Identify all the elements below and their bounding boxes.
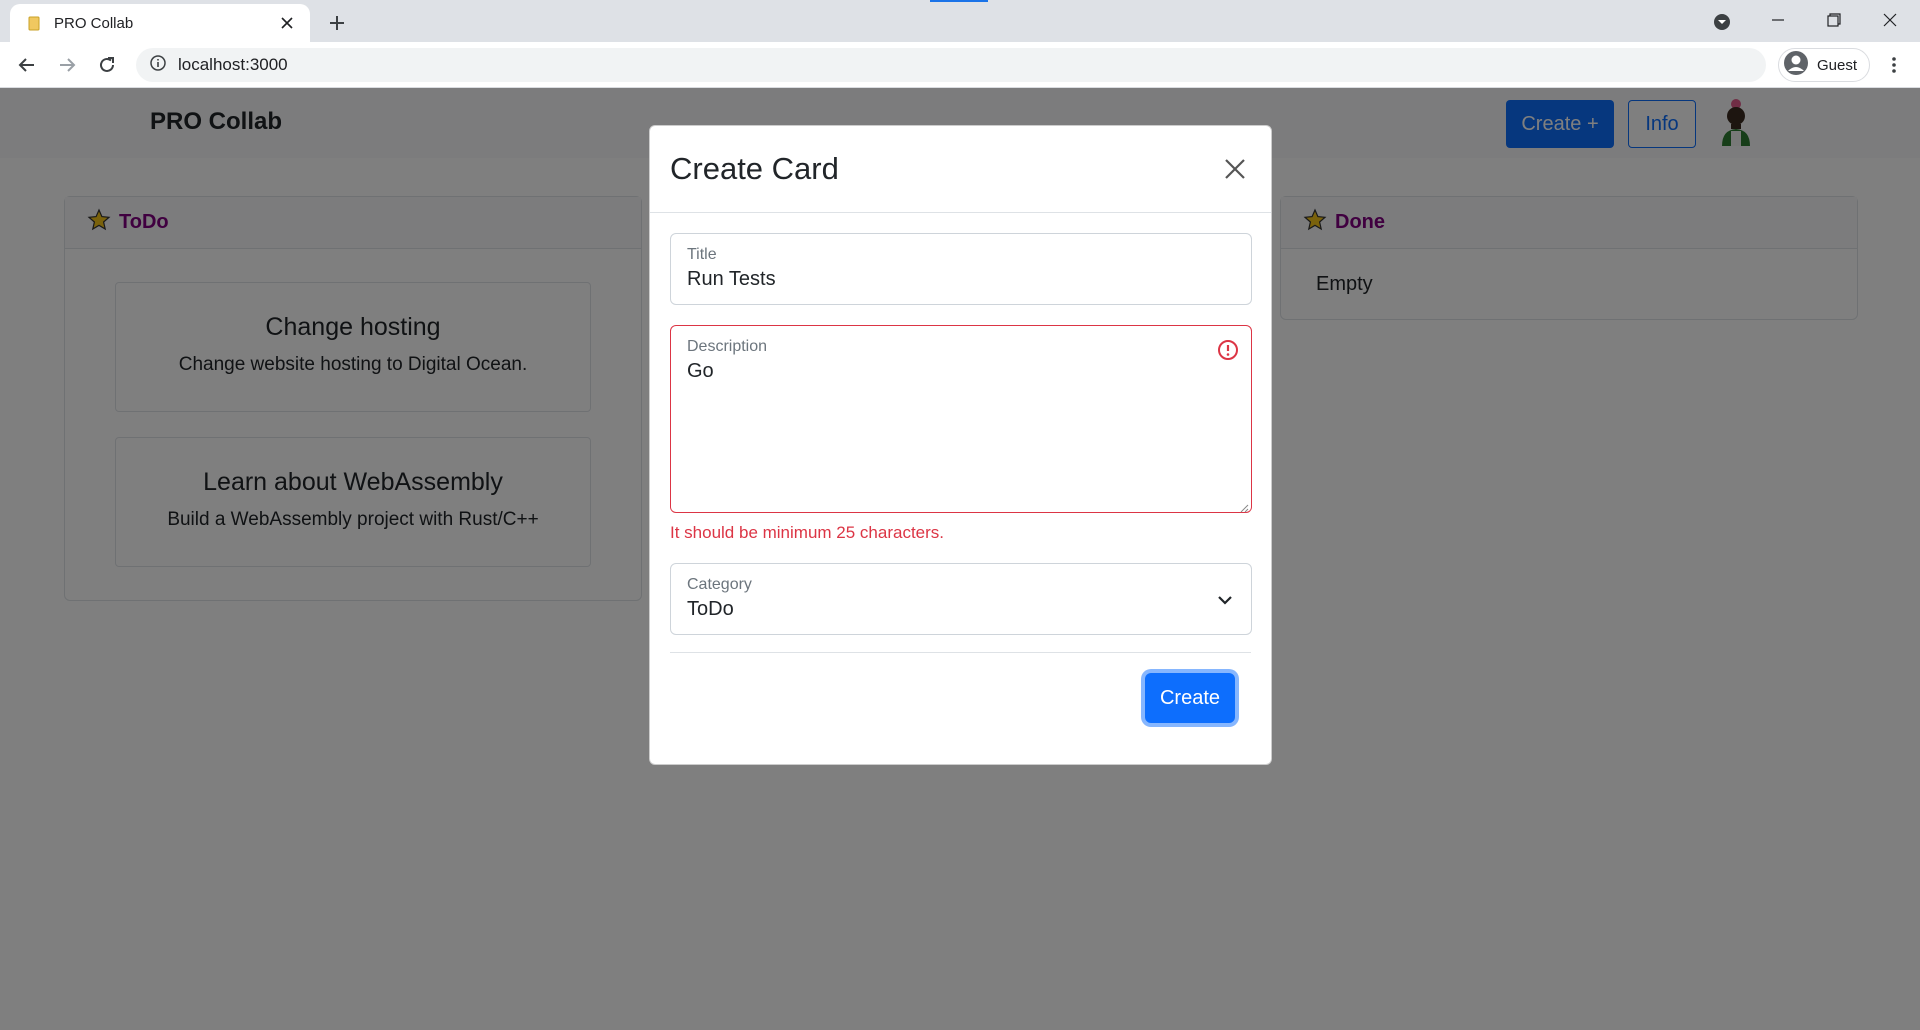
browser-tab[interactable]: PRO Collab [10, 4, 310, 42]
modal-body: Title Run Tests Description Go It should… [650, 213, 1271, 655]
browser-menu-icon[interactable] [1880, 50, 1908, 80]
category-select[interactable]: Category ToDo [670, 563, 1252, 635]
error-icon [1217, 339, 1239, 361]
minimize-icon[interactable] [1750, 0, 1806, 40]
tab-title: PRO Collab [54, 14, 134, 32]
new-tab-icon[interactable] [322, 8, 352, 38]
profile-button[interactable]: Guest [1778, 48, 1870, 82]
restore-icon[interactable] [1806, 0, 1862, 40]
address-bar[interactable]: localhost:3000 [136, 48, 1766, 82]
title-field-label: Title [687, 246, 717, 263]
browser-toolbar: localhost:3000 Guest [0, 42, 1920, 88]
app-page: PRO Collab Create + Info ToDo Change hos… [0, 88, 1920, 1030]
modal-header: Create Card [650, 126, 1271, 213]
title-field-value: Run Tests [687, 268, 776, 290]
close-window-icon[interactable] [1862, 0, 1918, 40]
modal-footer: Create [670, 652, 1251, 752]
forward-icon[interactable] [52, 50, 82, 80]
tab-close-icon[interactable] [276, 12, 298, 34]
chevron-down-icon [1217, 592, 1233, 608]
back-icon[interactable] [12, 50, 42, 80]
resize-handle-icon[interactable] [1239, 500, 1249, 513]
url-text: localhost:3000 [178, 55, 288, 74]
close-icon[interactable] [1219, 153, 1251, 185]
create-card-modal: Create Card Title Run Tests Description … [649, 125, 1272, 765]
description-field[interactable]: Description Go [670, 325, 1252, 513]
category-field-label: Category [687, 576, 752, 593]
tab-search-icon[interactable] [1708, 8, 1736, 36]
description-error: It should be minimum 25 characters. [670, 523, 945, 542]
site-info-icon[interactable] [150, 54, 166, 76]
title-field[interactable]: Title Run Tests [670, 233, 1252, 305]
category-field-value: ToDo [687, 598, 734, 620]
reload-icon[interactable] [92, 50, 122, 80]
profile-label: Guest [1817, 56, 1858, 74]
description-field-value: Go [687, 360, 714, 382]
favicon-icon [26, 15, 42, 31]
submit-create-button[interactable]: Create [1145, 673, 1235, 723]
description-field-label: Description [687, 338, 768, 355]
profile-avatar-icon [1783, 50, 1809, 81]
modal-title: Create Card [670, 151, 839, 186]
browser-tabstrip: PRO Collab [0, 0, 1920, 42]
tabstrip-accent [930, 0, 988, 2]
